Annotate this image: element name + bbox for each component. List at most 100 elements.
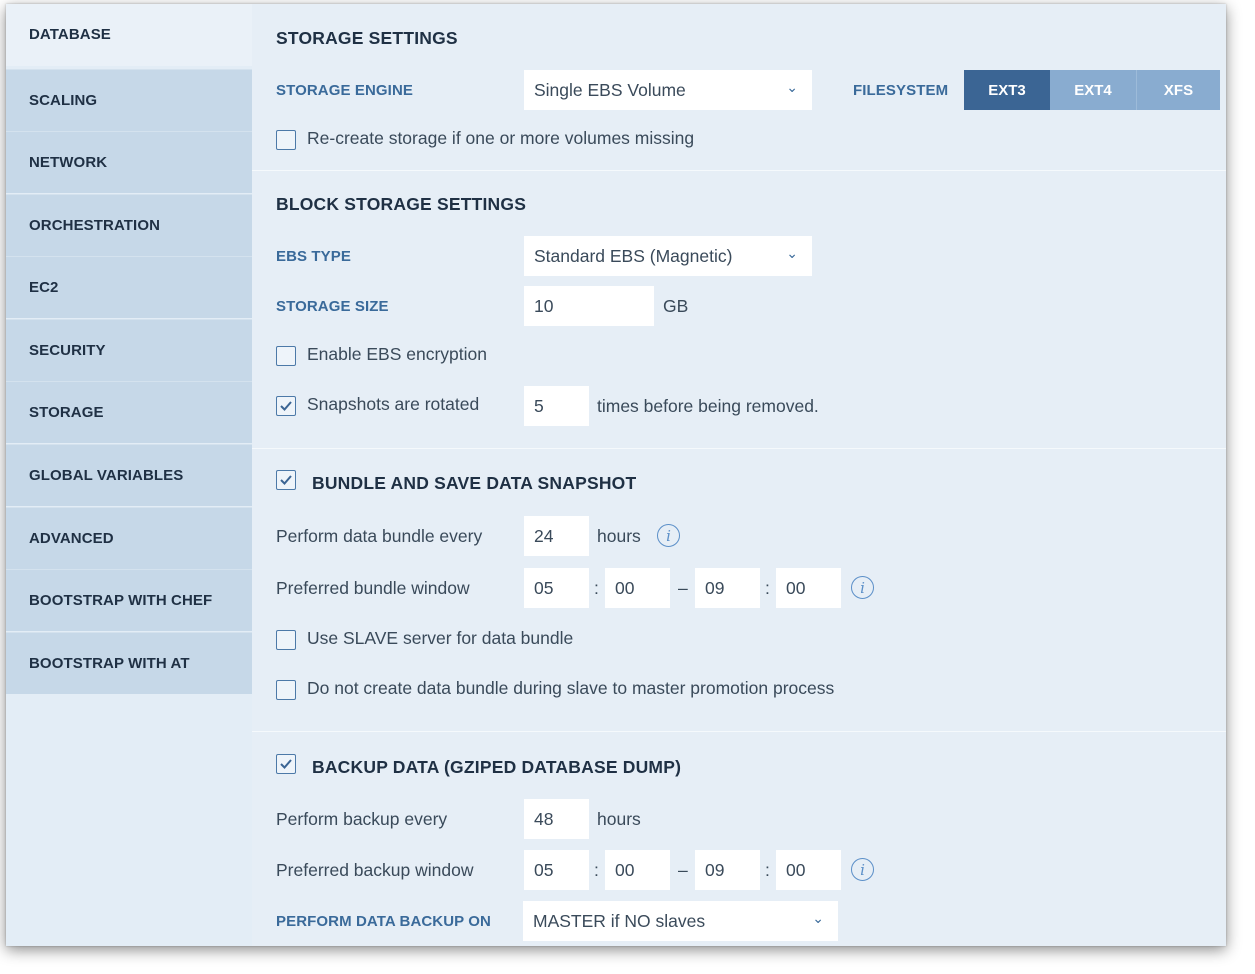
time-value: 00	[615, 577, 635, 598]
ebs-type-value: Standard EBS (Magnetic)	[534, 245, 733, 266]
section-title-bundle: BUNDLE AND SAVE DATA SNAPSHOT	[312, 473, 637, 493]
sidebar-item-scaling[interactable]: SCALING	[6, 69, 252, 131]
backup-every-unit: hours	[597, 809, 641, 829]
sidebar-item-label: ORCHESTRATION	[29, 217, 161, 234]
sidebar-item-bootstrap-at[interactable]: BOOTSTRAP WITH AT	[6, 632, 252, 694]
storage-size-label: STORAGE SIZE	[276, 298, 389, 315]
divider	[252, 170, 1226, 171]
sidebar-item-label: ADVANCED	[29, 530, 114, 547]
segment-label: EXT4	[1074, 81, 1112, 99]
snapshots-count-value: 5	[534, 395, 544, 416]
chevron-down-icon: ⌄	[786, 79, 798, 95]
sidebar-item-label: STORAGE	[29, 404, 104, 421]
bundle-window-start-hour[interactable]: 05	[524, 568, 589, 608]
time-value: 09	[705, 859, 725, 880]
info-icon[interactable]: i	[851, 576, 874, 599]
snapshots-rotated-label: Snapshots are rotated	[307, 394, 480, 414]
backup-every-input[interactable]: 48	[524, 799, 589, 839]
time-value: 05	[534, 577, 554, 598]
filesystem-option-xfs[interactable]: XFS	[1136, 70, 1220, 110]
settings-window: DATABASE SCALING NETWORK ORCHESTRATION E…	[6, 4, 1226, 946]
bundle-section-checkbox[interactable]	[276, 470, 296, 490]
check-icon	[280, 401, 292, 411]
sidebar-item-database[interactable]: DATABASE	[6, 4, 252, 66]
snapshots-suffix: times before being removed.	[597, 396, 819, 416]
backup-window-start-hour[interactable]: 05	[524, 850, 589, 890]
info-icon[interactable]: i	[851, 858, 874, 881]
sidebar-item-ec2[interactable]: EC2	[6, 256, 252, 318]
sidebar-item-network[interactable]: NETWORK	[6, 131, 252, 193]
range-dash: –	[678, 578, 688, 598]
main-panel: STORAGE SETTINGS STORAGE ENGINE Single E…	[252, 4, 1226, 946]
section-title-backup: BACKUP DATA (GZIPED DATABASE DUMP)	[312, 757, 682, 777]
ebs-encryption-checkbox[interactable]	[276, 346, 296, 366]
storage-engine-select[interactable]: Single EBS Volume ⌄	[524, 70, 812, 110]
sidebar-item-label: GLOBAL VARIABLES	[29, 467, 184, 484]
ebs-type-select[interactable]: Standard EBS (Magnetic) ⌄	[524, 236, 812, 276]
use-slave-label: Use SLAVE server for data bundle	[307, 628, 574, 648]
storage-size-unit: GB	[663, 296, 689, 316]
bundle-window-end-hour[interactable]: 09	[695, 568, 760, 608]
recreate-storage-checkbox[interactable]	[276, 130, 296, 150]
storage-engine-value: Single EBS Volume	[534, 79, 686, 100]
ebs-encryption-label: Enable EBS encryption	[307, 344, 487, 364]
sidebar-item-label: SCALING	[29, 92, 98, 109]
time-separator: :	[594, 860, 599, 880]
time-value: 00	[615, 859, 635, 880]
backup-window-end-minute[interactable]: 00	[776, 850, 841, 890]
section-title-block-storage: BLOCK STORAGE SETTINGS	[276, 194, 527, 214]
filesystem-option-ext3[interactable]: EXT3	[964, 70, 1050, 110]
bundle-every-unit: hours	[597, 526, 641, 546]
ebs-type-label: EBS TYPE	[276, 248, 351, 265]
sidebar-item-orchestration[interactable]: ORCHESTRATION	[6, 194, 252, 256]
sidebar-item-label: SECURITY	[29, 342, 106, 359]
sidebar-item-global-variables[interactable]: GLOBAL VARIABLES	[6, 444, 252, 506]
time-separator: :	[765, 578, 770, 598]
snapshots-rotated-checkbox[interactable]	[276, 396, 296, 416]
time-separator: :	[594, 578, 599, 598]
bundle-every-input[interactable]: 24	[524, 516, 589, 556]
no-bundle-promotion-label: Do not create data bundle during slave t…	[307, 678, 835, 698]
filesystem-option-ext4[interactable]: EXT4	[1050, 70, 1136, 110]
sidebar-item-label: NETWORK	[29, 154, 108, 171]
backup-on-select[interactable]: MASTER if NO slaves ⌄	[523, 901, 838, 941]
bundle-window-end-minute[interactable]: 00	[776, 568, 841, 608]
snapshots-count-input[interactable]: 5	[524, 386, 589, 426]
backup-every-value: 48	[534, 808, 554, 829]
backup-window-label: Preferred backup window	[276, 860, 474, 880]
sidebar-item-storage[interactable]: STORAGE	[6, 381, 252, 443]
section-title-storage: STORAGE SETTINGS	[276, 28, 458, 48]
range-dash: –	[678, 860, 688, 880]
info-icon[interactable]: i	[657, 524, 680, 547]
check-icon	[280, 475, 292, 485]
storage-size-value: 10	[534, 295, 554, 316]
divider	[252, 731, 1226, 732]
backup-on-value: MASTER if NO slaves	[533, 910, 706, 931]
chevron-down-icon: ⌄	[786, 245, 798, 261]
chevron-down-icon: ⌄	[812, 910, 824, 926]
storage-size-input[interactable]: 10	[524, 286, 654, 326]
segment-label: XFS	[1163, 81, 1194, 99]
bundle-every-value: 24	[534, 525, 554, 546]
sidebar-item-advanced[interactable]: ADVANCED	[6, 507, 252, 569]
time-value: 09	[705, 577, 725, 598]
backup-window-end-hour[interactable]: 09	[695, 850, 760, 890]
time-separator: :	[765, 860, 770, 880]
backup-section-checkbox[interactable]	[276, 754, 296, 774]
sidebar-item-label: BOOTSTRAP WITH AT	[29, 655, 190, 672]
check-icon	[280, 759, 292, 769]
use-slave-checkbox[interactable]	[276, 630, 296, 650]
sidebar-item-bootstrap-chef[interactable]: BOOTSTRAP WITH CHEF	[6, 569, 252, 631]
sidebar: DATABASE SCALING NETWORK ORCHESTRATION E…	[6, 4, 252, 946]
sidebar-item-label: BOOTSTRAP WITH CHEF	[29, 592, 213, 609]
bundle-window-start-minute[interactable]: 00	[605, 568, 670, 608]
divider	[252, 448, 1226, 449]
sidebar-item-label: EC2	[29, 279, 59, 296]
sidebar-item-label: DATABASE	[29, 26, 111, 43]
time-value: 05	[534, 859, 554, 880]
no-bundle-promotion-checkbox[interactable]	[276, 680, 296, 700]
backup-window-start-minute[interactable]: 00	[605, 850, 670, 890]
sidebar-item-security[interactable]: SECURITY	[6, 319, 252, 381]
storage-engine-label: STORAGE ENGINE	[276, 82, 413, 99]
bundle-every-label: Perform data bundle every	[276, 526, 483, 546]
